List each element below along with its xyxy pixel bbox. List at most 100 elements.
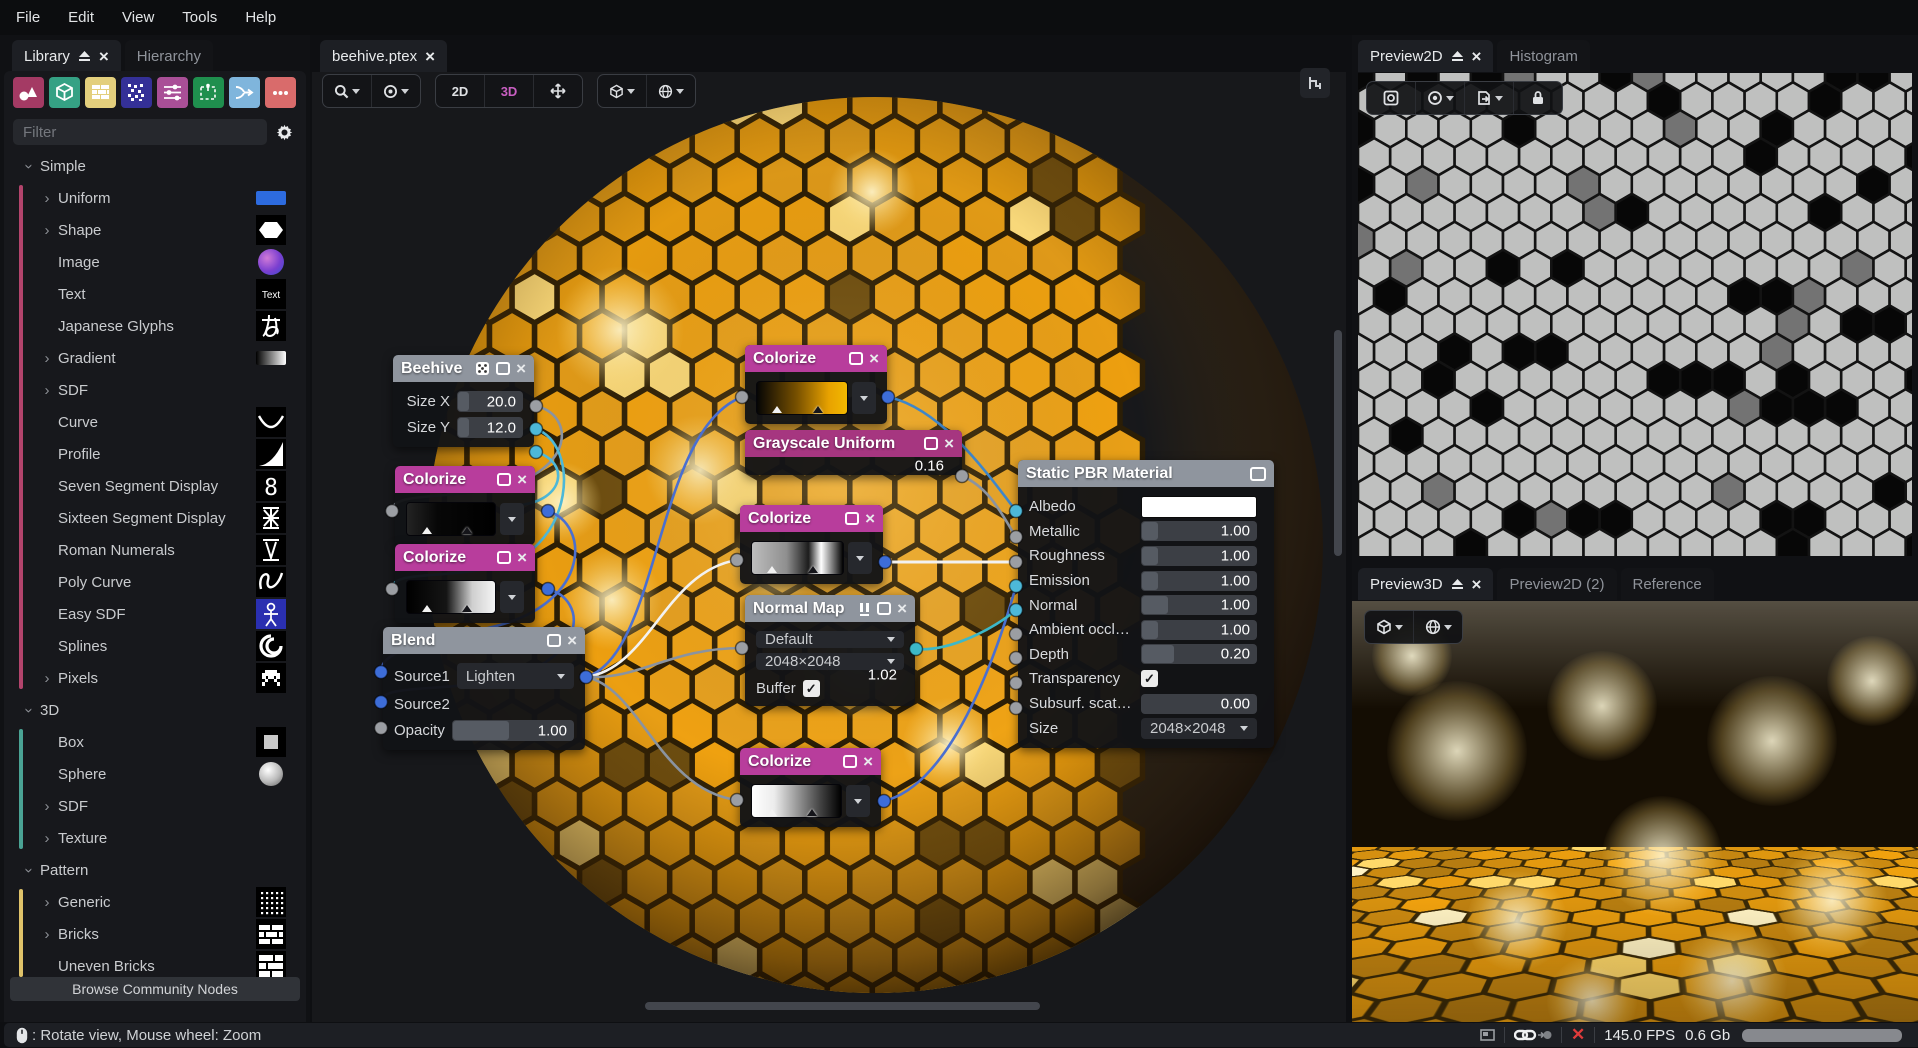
gradient-widget[interactable]	[751, 784, 842, 818]
close-icon[interactable]: ×	[99, 48, 109, 65]
browse-community-nodes-button[interactable]: Browse Community Nodes	[10, 977, 300, 1001]
node-colorize-4[interactable]: Colorize ×	[740, 505, 883, 584]
pbr-slider[interactable]: 0.20	[1141, 644, 1257, 664]
node-blend-header[interactable]: Blend ×	[383, 627, 585, 654]
library-item-profile[interactable]: Profile	[0, 438, 310, 470]
node-colorize-header[interactable]: Colorize ×	[745, 345, 887, 372]
hierarchy-up-button[interactable]	[1300, 68, 1330, 98]
albedo-color-swatch[interactable]	[1141, 496, 1257, 518]
tab-preview3d[interactable]: Preview3D×	[1358, 568, 1493, 600]
eject-icon[interactable]	[78, 50, 91, 62]
library-item-generic[interactable]: ›Generic	[0, 886, 310, 918]
library-item-poly-curve[interactable]: Poly Curve	[0, 566, 310, 598]
close-icon[interactable]: ×	[863, 753, 873, 770]
blend-opacity-slider[interactable]: 1.00	[452, 720, 574, 741]
close-icon[interactable]: ×	[897, 600, 907, 617]
node-grayscale-header[interactable]: Grayscale Uniform ×	[745, 430, 962, 457]
chevron-right-icon[interactable]: ›	[40, 350, 54, 367]
tab-reference[interactable]: Reference	[1621, 568, 1714, 600]
eject-icon[interactable]	[1451, 578, 1464, 590]
gradient-dropdown[interactable]	[500, 581, 524, 613]
param-slider[interactable]: 20.0	[457, 391, 523, 412]
pbr-slider[interactable]: 1.00	[1141, 521, 1257, 541]
preview-menu-button[interactable]	[372, 75, 420, 107]
normalmap-buffer-checkbox[interactable]: ✓	[803, 680, 820, 697]
chevron-right-icon[interactable]: ›	[40, 926, 54, 943]
sliders-category-icon[interactable]	[157, 77, 188, 108]
node-normal-map[interactable]: Normal Map × Default 2048×2048 1.02 Buff…	[745, 595, 915, 706]
gradient-widget[interactable]	[756, 381, 848, 415]
pbr-slider[interactable]: 1.00	[1141, 595, 1257, 615]
zoom-menu-button[interactable]	[323, 75, 372, 107]
library-item-3d[interactable]: ›3D	[0, 694, 310, 726]
tab-preview2d[interactable]: Preview2D×	[1358, 40, 1493, 72]
buffer-icon[interactable]	[547, 634, 561, 647]
node-colorize-2[interactable]: Colorize ×	[395, 544, 535, 623]
chevron-right-icon[interactable]: ›	[40, 190, 54, 207]
library-item-box[interactable]: Box	[0, 726, 310, 758]
view-3d-button[interactable]: 3D	[485, 75, 534, 107]
model-select-button[interactable]	[1365, 611, 1414, 643]
gradient-widget[interactable]	[406, 580, 496, 614]
chevron-right-icon[interactable]: ›	[40, 894, 54, 911]
pbr-slider[interactable]: 1.00	[1141, 571, 1257, 591]
library-item-curve[interactable]: Curve	[0, 406, 310, 438]
model-menu-button[interactable]	[598, 75, 647, 107]
buffer-icon[interactable]	[845, 512, 859, 525]
chevron-right-icon[interactable]: ›	[40, 222, 54, 239]
library-item-uniform[interactable]: ›Uniform	[0, 182, 310, 214]
export-button[interactable]	[1465, 82, 1514, 114]
menu-item-help[interactable]: Help	[245, 9, 276, 26]
tab-beehive-ptex[interactable]: beehive.ptex ×	[320, 40, 447, 72]
menu-item-edit[interactable]: Edit	[68, 9, 94, 26]
gradient-dropdown[interactable]	[500, 503, 524, 535]
pbr-size-select[interactable]: 2048×2048	[1141, 718, 1257, 739]
node-blend[interactable]: Blend × Source1 Lighten Source2 Opacity …	[383, 627, 585, 750]
gradient-widget[interactable]	[751, 541, 844, 575]
gear-icon[interactable]	[271, 119, 297, 145]
tab-preview2d-2-[interactable]: Preview2D (2)	[1497, 568, 1616, 600]
node-beehive[interactable]: Beehive × Size X 20.0Size Y 12.0	[393, 355, 534, 447]
pbr-slider[interactable]: 1.00	[1141, 546, 1257, 566]
center-view-button[interactable]	[1367, 82, 1416, 114]
lock-icon[interactable]	[1514, 82, 1562, 114]
node-colorize-header[interactable]: Colorize ×	[395, 544, 535, 571]
menu-item-file[interactable]: File	[16, 9, 40, 26]
library-item-texture[interactable]: ›Texture	[0, 822, 310, 854]
library-item-image[interactable]: Image	[0, 246, 310, 278]
node-static-pbr-material[interactable]: Static PBR Material AlbedoMetallic 1.00R…	[1018, 460, 1274, 748]
bricks-category-icon[interactable]	[85, 77, 116, 108]
node-colorize-5[interactable]: Colorize ×	[740, 748, 881, 827]
chevron-right-icon[interactable]: ›	[40, 798, 54, 815]
node-pbr-header[interactable]: Static PBR Material	[1018, 460, 1274, 487]
library-item-seven-segment-display[interactable]: Seven Segment Display8	[0, 470, 310, 502]
library-item-easy-sdf[interactable]: Easy SDF	[0, 598, 310, 630]
library-item-sdf[interactable]: ›SDF	[0, 790, 310, 822]
normalmap-format-select[interactable]: Default	[756, 631, 904, 648]
randomize-dice-icon[interactable]	[475, 361, 490, 376]
library-item-gradient[interactable]: ›Gradient	[0, 342, 310, 374]
buffer-icon[interactable]	[497, 551, 511, 564]
pbr-slider[interactable]: 1.00	[1141, 620, 1257, 640]
library-item-japanese-glyphs[interactable]: Japanese Glyphs	[0, 310, 310, 342]
tab-library[interactable]: Library ×	[12, 40, 121, 72]
eject-icon[interactable]	[1451, 50, 1464, 62]
close-icon[interactable]: ×	[517, 471, 527, 488]
environment-menu-button[interactable]	[647, 75, 695, 107]
menu-item-tools[interactable]: Tools	[182, 9, 217, 26]
node-colorize-header[interactable]: Colorize ×	[740, 505, 883, 532]
buffer-icon[interactable]	[497, 473, 511, 486]
chevron-right-icon[interactable]: ›	[40, 382, 54, 399]
library-item-sixteen-segment-display[interactable]: Sixteen Segment Display	[0, 502, 310, 534]
chevron-down-icon[interactable]: ›	[21, 703, 38, 717]
graph-vertical-scrollbar[interactable]	[1334, 330, 1342, 556]
tab-histogram[interactable]: Histogram	[1497, 40, 1589, 72]
menu-item-view[interactable]: View	[122, 9, 154, 26]
pbr-slider[interactable]: 0.00	[1141, 694, 1257, 714]
library-item-simple[interactable]: ›Simple	[0, 150, 310, 182]
gradient-dropdown[interactable]	[852, 382, 876, 414]
close-icon[interactable]: ×	[944, 435, 954, 452]
buffer-icon[interactable]	[1250, 467, 1266, 481]
library-item-sdf[interactable]: ›SDF	[0, 374, 310, 406]
close-icon[interactable]: ×	[425, 48, 435, 65]
